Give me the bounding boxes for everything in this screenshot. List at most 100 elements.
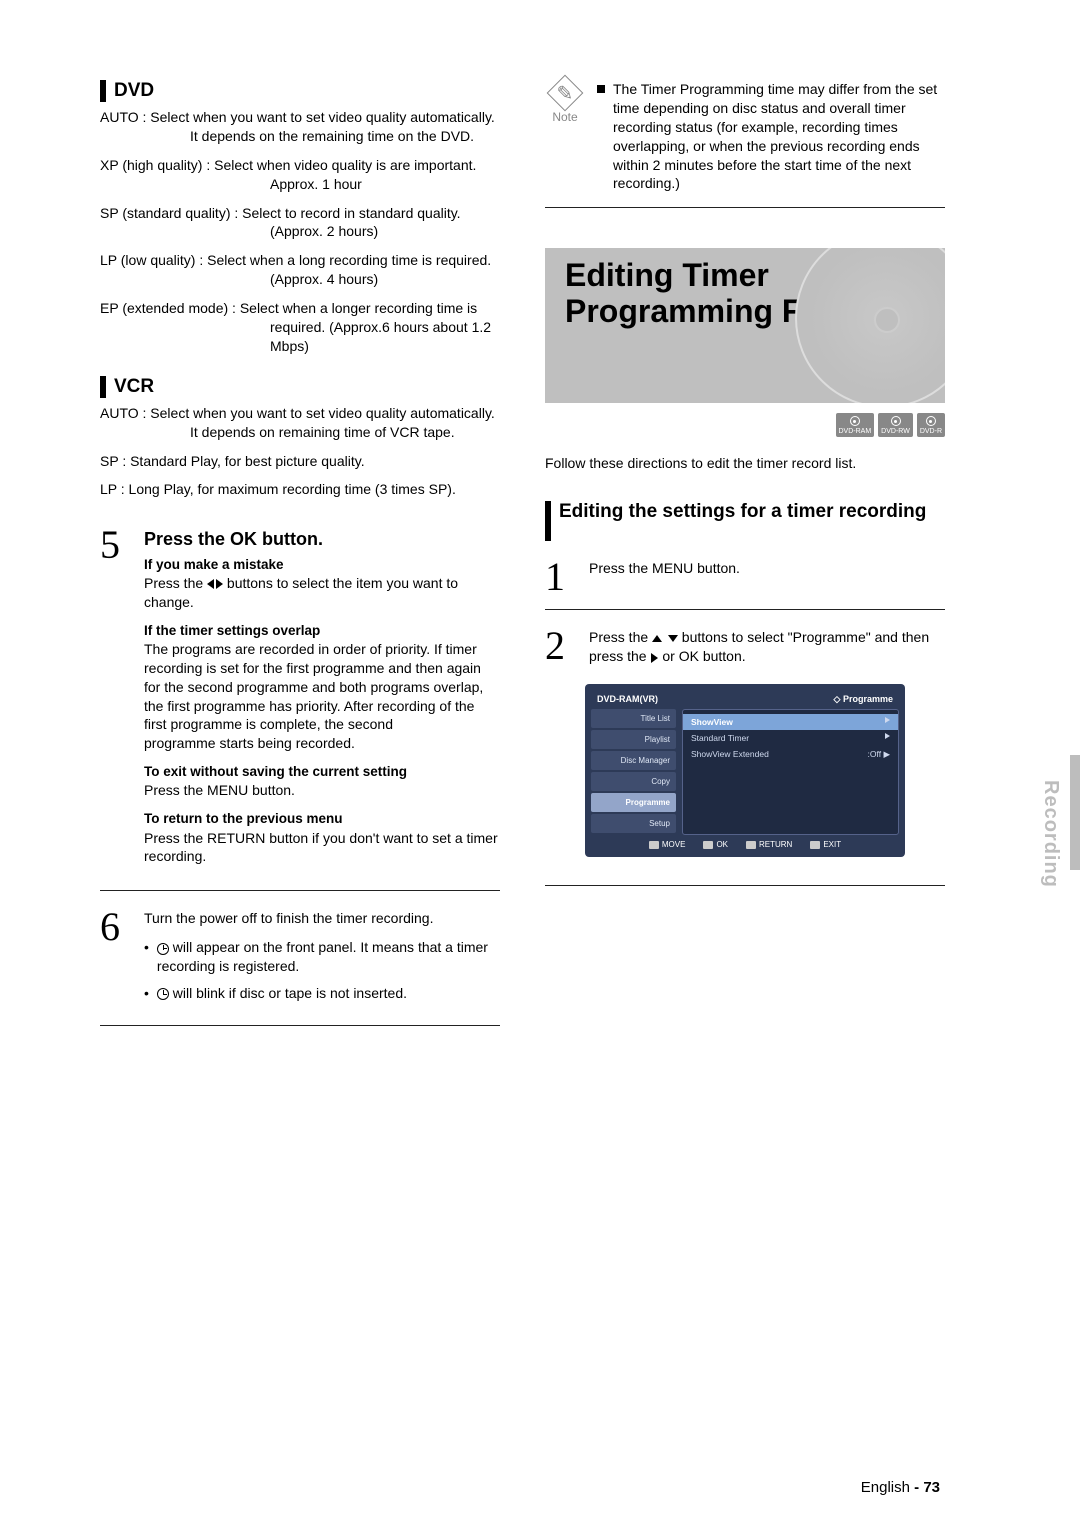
dvd-title: DVD bbox=[114, 80, 154, 102]
note-label: Note bbox=[552, 110, 577, 124]
return-text: Press the RETURN button if you don't wan… bbox=[144, 829, 500, 867]
return-heading: To return to the previous menu bbox=[144, 810, 500, 828]
dvd-item: SP (standard quality) : Select to record… bbox=[100, 204, 500, 242]
timer-icon bbox=[157, 943, 169, 955]
step-body: Turn the power off to finish the timer r… bbox=[144, 909, 500, 1011]
note-icon: ✎ bbox=[547, 75, 584, 112]
dvd-item: AUTO : Select when you want to set video… bbox=[100, 108, 500, 146]
editing-subsection-title: Editing the settings for a timer recordi… bbox=[545, 501, 945, 541]
format-badges: DVD-RAM DVD-RW DVD-R bbox=[545, 413, 945, 437]
osd-top-left: DVD-RAM(VR) bbox=[597, 694, 658, 705]
step6-bullet: • will appear on the front panel. It mea… bbox=[144, 938, 500, 976]
dvd-item: XP (high quality) : Select when video qu… bbox=[100, 156, 500, 194]
note-text: The Timer Programming time may differ fr… bbox=[613, 80, 945, 193]
section-bar bbox=[100, 376, 106, 398]
right-arrow-icon bbox=[651, 653, 658, 663]
right-step-2: 2 Press the buttons to select "Programme… bbox=[545, 628, 945, 666]
dvd-section-title: DVD bbox=[100, 80, 500, 102]
osd-header: DVD-RAM(VR) ◇ Programme bbox=[591, 690, 899, 709]
down-arrow-icon bbox=[668, 635, 678, 642]
square-bullet-icon bbox=[597, 85, 605, 93]
osd-footer-key: OK bbox=[703, 840, 728, 849]
divider bbox=[545, 207, 945, 208]
exit-text: Press the MENU button. bbox=[144, 781, 500, 800]
osd-menu-item-active[interactable]: Programme bbox=[591, 793, 676, 812]
osd-top-right: ◇ Programme bbox=[834, 694, 893, 705]
osd-menu-item[interactable]: Disc Manager bbox=[591, 751, 676, 770]
section-bar bbox=[100, 80, 106, 102]
step-title: Press the OK button. bbox=[144, 527, 500, 551]
osd-panel-row[interactable]: ShowView Extended:Off ▶ bbox=[683, 746, 898, 763]
side-tab-label: Recording bbox=[1039, 780, 1062, 888]
vcr-title: VCR bbox=[114, 376, 154, 398]
format-badge: DVD-R bbox=[917, 413, 945, 437]
vcr-item: SP : Standard Play, for best picture qua… bbox=[100, 452, 500, 471]
osd-panel-row[interactable]: ShowView bbox=[683, 714, 898, 730]
up-arrow-icon bbox=[652, 635, 662, 642]
divider bbox=[545, 885, 945, 886]
step6-bullet: • will blink if disc or tape is not inse… bbox=[144, 984, 500, 1003]
osd-footer-key: EXIT bbox=[810, 840, 841, 849]
step6-line1: Turn the power off to finish the timer r… bbox=[144, 909, 500, 928]
step-body: Press the buttons to select "Programme" … bbox=[589, 628, 945, 666]
mistake-heading: If you make a mistake bbox=[144, 556, 500, 574]
osd-panel-row[interactable]: Standard Timer bbox=[683, 730, 898, 746]
footer-page: 73 bbox=[923, 1479, 940, 1496]
dvd-item: LP (low quality) : Select when a long re… bbox=[100, 251, 500, 289]
note-icon-column: ✎ Note bbox=[545, 80, 585, 124]
exit-heading: To exit without saving the current setti… bbox=[144, 763, 500, 781]
timer-icon bbox=[157, 988, 169, 1000]
disc-graphic-icon bbox=[795, 248, 945, 403]
step-5: 5 Press the OK button. If you make a mis… bbox=[100, 527, 500, 876]
step-6: 6 Turn the power off to finish the timer… bbox=[100, 909, 500, 1011]
footer-lang: English bbox=[861, 1479, 910, 1496]
note-list: The Timer Programming time may differ fr… bbox=[597, 80, 945, 193]
vcr-item: LP : Long Play, for maximum recording ti… bbox=[100, 480, 500, 499]
step-number: 6 bbox=[100, 909, 130, 1011]
osd-body: Title List Playlist Disc Manager Copy Pr… bbox=[591, 709, 899, 835]
step-body: Press the OK button. If you make a mista… bbox=[144, 527, 500, 876]
osd-menu-item[interactable]: Setup bbox=[591, 814, 676, 833]
section-bar bbox=[545, 501, 551, 541]
mistake-text: Press the buttons to select the item you… bbox=[144, 574, 500, 612]
right-caret-icon bbox=[885, 717, 890, 723]
osd-footer-key: MOVE bbox=[649, 840, 686, 849]
osd-footer-key: RETURN bbox=[746, 840, 792, 849]
step6-b2: will blink if disc or tape is not insert… bbox=[157, 984, 407, 1003]
osd-panel: ShowView Standard Timer ShowView Extende… bbox=[682, 709, 899, 835]
step6-b1: will appear on the front panel. It means… bbox=[157, 938, 500, 976]
note-block: ✎ Note The Timer Programming time may di… bbox=[545, 80, 945, 193]
overlap-text2: programme starts being recorded. bbox=[144, 734, 500, 753]
osd-menu-item[interactable]: Playlist bbox=[591, 730, 676, 749]
format-badge: DVD-RAM bbox=[836, 413, 875, 437]
osd-menu-item[interactable]: Title List bbox=[591, 709, 676, 728]
left-column: DVD AUTO : Select when you want to set v… bbox=[100, 80, 500, 1430]
side-tab-strip bbox=[1070, 755, 1080, 870]
osd-footer: MOVE OK RETURN EXIT bbox=[591, 835, 899, 851]
feature-intro: Follow these directions to edit the time… bbox=[545, 455, 945, 471]
right-step-1: 1 Press the MENU button. bbox=[545, 559, 945, 595]
step-number: 5 bbox=[100, 527, 130, 876]
step-body: Press the MENU button. bbox=[589, 559, 945, 595]
divider bbox=[100, 890, 500, 891]
divider bbox=[100, 1025, 500, 1026]
divider bbox=[545, 609, 945, 610]
overlap-text: The programs are recorded in order of pr… bbox=[144, 640, 500, 734]
osd-screenshot: DVD-RAM(VR) ◇ Programme Title List Playl… bbox=[585, 684, 905, 857]
dvd-item: EP (extended mode) : Select when a longe… bbox=[100, 299, 500, 356]
page-footer: English - 73 bbox=[861, 1479, 940, 1496]
step-number: 1 bbox=[545, 559, 575, 595]
right-caret-icon bbox=[885, 733, 890, 739]
vcr-item: AUTO : Select when you want to set video… bbox=[100, 404, 500, 442]
sub-title-text: Editing the settings for a timer recordi… bbox=[559, 501, 926, 523]
osd-menu: Title List Playlist Disc Manager Copy Pr… bbox=[591, 709, 676, 835]
osd-menu-item[interactable]: Copy bbox=[591, 772, 676, 791]
step6-b1-text: will appear on the front panel. It means… bbox=[157, 939, 488, 974]
step6-b2-text: will blink if disc or tape is not insert… bbox=[173, 985, 407, 1001]
note-item: The Timer Programming time may differ fr… bbox=[597, 80, 945, 193]
right-column: ✎ Note The Timer Programming time may di… bbox=[545, 80, 945, 1430]
overlap-heading: If the timer settings overlap bbox=[144, 622, 500, 640]
right-arrow-icon bbox=[216, 579, 223, 589]
vcr-section-title: VCR bbox=[100, 376, 500, 398]
format-badge: DVD-RW bbox=[878, 413, 913, 437]
